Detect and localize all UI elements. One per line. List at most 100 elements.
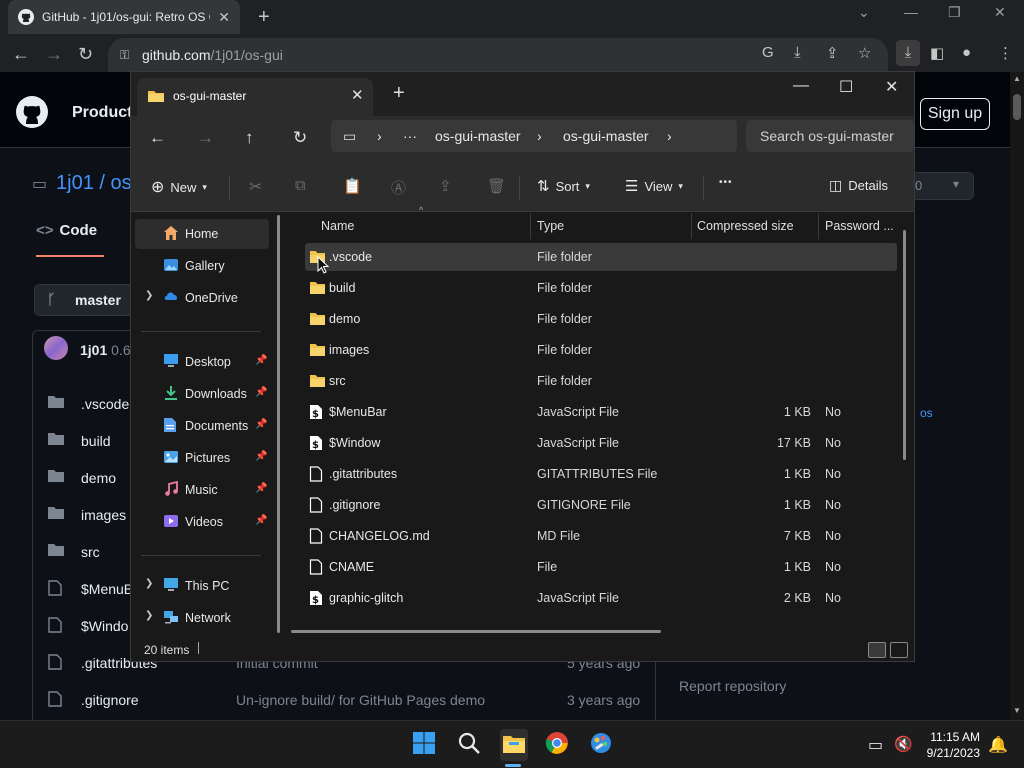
explorer-close-button[interactable]: ✕: [885, 77, 898, 97]
file-list-vertical-scrollbar[interactable]: [903, 230, 906, 460]
list-item[interactable]: $ $MenuBar JavaScript File 1 KB No: [305, 398, 897, 426]
explorer-address-bar[interactable]: ▭ › ··· os-gui-master › os-gui-master ›: [331, 120, 737, 152]
explorer-up-icon[interactable]: ↑: [245, 128, 254, 148]
explorer-refresh-icon[interactable]: ↻: [293, 128, 307, 148]
file-name[interactable]: $Windo: [81, 618, 128, 634]
browser-reload-icon[interactable]: ↻: [78, 44, 93, 65]
file-name[interactable]: demo: [81, 470, 116, 486]
chrome-menu-icon[interactable]: ⋮: [998, 44, 1013, 62]
file-list-horizontal-scrollbar[interactable]: [291, 630, 661, 633]
notification-bell-icon[interactable]: 🔔: [988, 735, 1008, 755]
sort-button[interactable]: ⇅ Sort ▾: [537, 177, 590, 195]
pin-icon[interactable]: 📌: [255, 451, 267, 462]
table-row[interactable]: .gitignore Un-ignore build/ for GitHub Pa…: [48, 683, 648, 720]
explorer-back-icon[interactable]: ←: [149, 128, 166, 148]
file-name[interactable]: .vscode: [81, 396, 129, 412]
column-header-name[interactable]: Name: [321, 219, 354, 233]
install-app-icon[interactable]: ⤓: [794, 44, 801, 61]
column-header-type[interactable]: Type: [537, 219, 564, 233]
sidebar-item-this-pc[interactable]: ❯ This PC: [135, 571, 269, 601]
file-name[interactable]: src: [81, 544, 100, 560]
tab-code[interactable]: <> Code: [36, 222, 104, 257]
browser-close-button[interactable]: ✕: [994, 4, 1006, 21]
site-info-icon[interactable]: ⚿: [120, 48, 129, 63]
list-item[interactable]: $ graphic-glitch JavaScript File 2 KB No: [305, 584, 897, 612]
taskbar-clock[interactable]: 11:15 AM 9/21/2023: [922, 729, 980, 761]
browser-tab-search-icon[interactable]: ⌄: [858, 4, 870, 21]
list-item[interactable]: build File folder: [305, 274, 897, 302]
list-item[interactable]: .gitattributes GITATTRIBUTES File 1 KB No: [305, 460, 897, 488]
sidebar-item-gallery[interactable]: Gallery: [135, 251, 269, 281]
list-item[interactable]: images File folder: [305, 336, 897, 364]
explorer-forward-icon[interactable]: →: [197, 128, 214, 148]
list-item[interactable]: CNAME File 1 KB No: [305, 553, 897, 581]
list-item[interactable]: $ $Window JavaScript File 17 KB No: [305, 429, 897, 457]
new-button[interactable]: ⊕ New ▾: [151, 177, 207, 197]
file-name[interactable]: build: [81, 433, 111, 449]
browser-new-tab-button[interactable]: +: [258, 6, 270, 29]
navigation-pane-scrollbar[interactable]: [277, 215, 280, 633]
browser-minimize-button[interactable]: —: [904, 4, 918, 20]
browser-tab-close-icon[interactable]: ✕: [218, 9, 230, 26]
breadcrumb-item[interactable]: os-gui-master: [435, 128, 521, 144]
taskbar-search-icon[interactable]: [457, 731, 481, 755]
sidebar-item-downloads[interactable]: Downloads 📌: [135, 379, 269, 409]
explorer-maximize-button[interactable]: ☐: [839, 77, 853, 97]
delete-icon[interactable]: 🗑: [487, 177, 506, 195]
explorer-minimize-button[interactable]: —: [793, 77, 809, 95]
chevron-right-icon[interactable]: ❯: [145, 290, 153, 301]
breadcrumb-overflow[interactable]: ···: [403, 128, 417, 144]
details-button[interactable]: ◫ Details: [829, 177, 888, 194]
profile-icon[interactable]: ●: [962, 44, 971, 61]
details-view-icon[interactable]: [868, 642, 886, 658]
cut-icon[interactable]: ✂: [249, 177, 262, 197]
share-icon[interactable]: ⇪: [826, 44, 839, 62]
browser-back-icon[interactable]: ←: [12, 44, 30, 65]
list-item[interactable]: .gitignore GITIGNORE File 1 KB No: [305, 491, 897, 519]
paste-icon[interactable]: 📋: [343, 177, 362, 195]
connected-display-icon[interactable]: ▭: [868, 735, 883, 755]
page-scrollbar[interactable]: ▲ ▼: [1010, 72, 1024, 720]
list-item[interactable]: demo File folder: [305, 305, 897, 333]
chevron-right-icon[interactable]: ❯: [145, 578, 153, 589]
more-options-button[interactable]: •••: [719, 177, 733, 188]
speaker-muted-icon[interactable]: 🔇: [894, 735, 913, 753]
pin-icon[interactable]: 📌: [255, 483, 267, 494]
product-menu[interactable]: Product: [72, 104, 132, 122]
list-item[interactable]: .vscode File folder: [305, 243, 897, 271]
explorer-new-tab-button[interactable]: +: [393, 82, 405, 105]
start-windows-icon[interactable]: [412, 731, 436, 755]
file-name[interactable]: .gitignore: [81, 692, 139, 708]
breadcrumb-item[interactable]: os-gui-master: [563, 128, 649, 144]
pin-icon[interactable]: 📌: [255, 355, 267, 366]
file-name[interactable]: images: [81, 507, 126, 523]
sidebar-item-desktop[interactable]: Desktop 📌: [135, 347, 269, 377]
browser-forward-icon[interactable]: →: [45, 44, 63, 65]
side-panel-icon[interactable]: ◧: [930, 44, 944, 62]
explorer-tab[interactable]: os-gui-master ✕: [137, 78, 373, 116]
explorer-tab-close-icon[interactable]: ✕: [351, 86, 364, 104]
browser-restore-button[interactable]: ❐: [948, 4, 961, 21]
explorer-search-input[interactable]: Search os-gui-master: [746, 120, 914, 152]
github-logo-icon[interactable]: [16, 96, 48, 128]
share-icon[interactable]: ⇪: [439, 177, 452, 195]
downloads-icon[interactable]: ⤓: [896, 40, 920, 66]
list-item[interactable]: CHANGELOG.md MD File 7 KB No: [305, 522, 897, 550]
sign-up-button[interactable]: Sign up: [920, 98, 990, 130]
column-header-password[interactable]: Password ...: [825, 219, 894, 233]
sidebar-item-onedrive[interactable]: ❯ OneDrive: [135, 283, 269, 313]
sidebar-item-home[interactable]: Home: [135, 219, 269, 249]
sidebar-item-network[interactable]: ❯ Network: [135, 603, 269, 633]
column-header-compressed-size[interactable]: Compressed size: [697, 219, 794, 233]
google-lens-icon[interactable]: G: [762, 44, 774, 61]
pin-icon[interactable]: 📌: [255, 387, 267, 398]
file-name[interactable]: $MenuB: [81, 581, 133, 597]
bookmark-star-icon[interactable]: ☆: [858, 44, 871, 62]
tiles-view-icon[interactable]: [890, 642, 908, 658]
pin-icon[interactable]: 📌: [255, 419, 267, 430]
paint-taskbar-icon[interactable]: [589, 731, 613, 755]
browser-tab[interactable]: GitHub - 1j01/os-gui: Retro OS G ✕: [8, 0, 240, 34]
topic-tag[interactable]: os: [920, 406, 933, 420]
chevron-right-icon[interactable]: ❯: [145, 610, 153, 621]
rename-icon[interactable]: Ⓐ: [391, 177, 406, 198]
